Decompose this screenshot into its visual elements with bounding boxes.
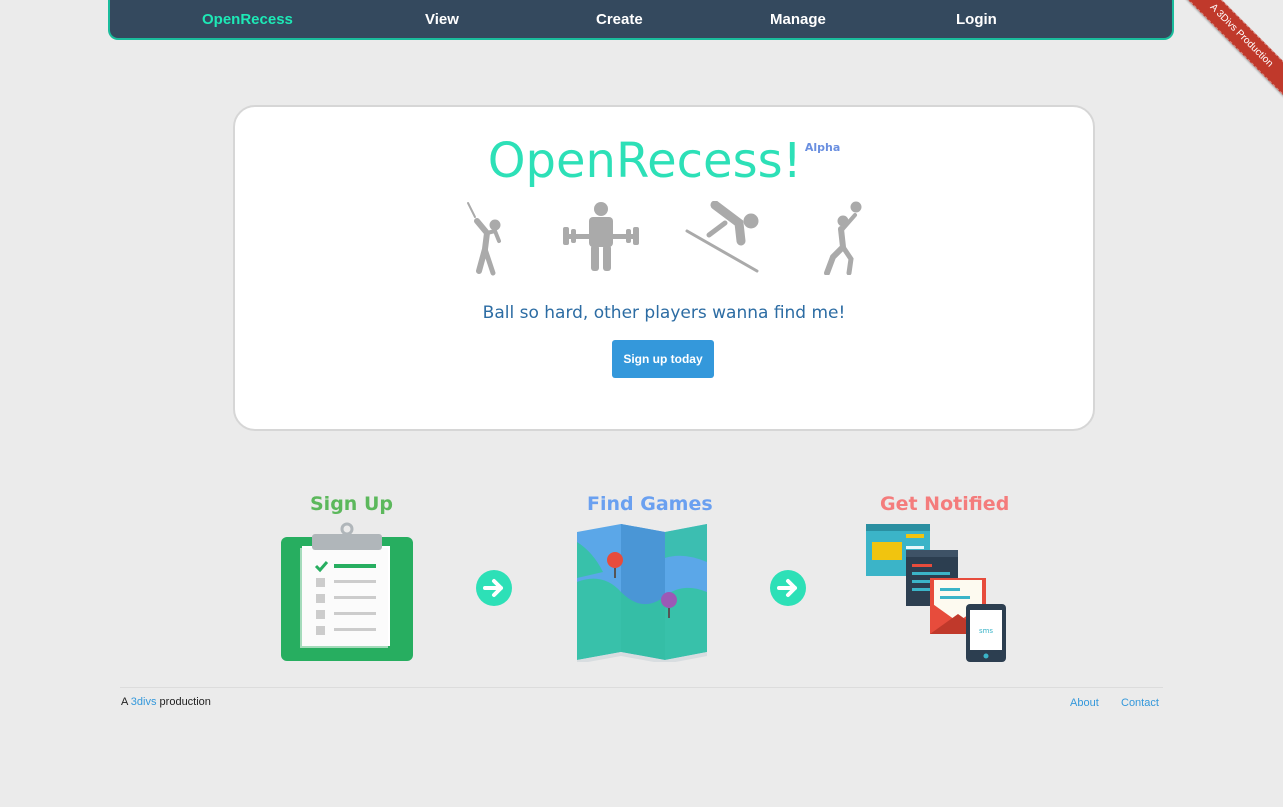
footer-about-link[interactable]: About — [1070, 697, 1099, 709]
notifications-icon: sms — [866, 524, 1006, 662]
footer-about-wrap: About — [1070, 697, 1099, 709]
step-find-games-title: Find Games — [587, 493, 713, 515]
hero-title-text: OpenRecess! — [487, 133, 802, 189]
footer-contact-link[interactable]: Contact — [1121, 697, 1159, 709]
hero-title: OpenRecess! Alpha — [235, 133, 1093, 189]
nav-create[interactable]: Create — [596, 11, 643, 28]
footer-contact-wrap: Contact — [1121, 697, 1159, 709]
arrow-right-icon — [476, 570, 512, 606]
nav-brand[interactable]: OpenRecess — [202, 11, 293, 28]
nav-manage[interactable]: Manage — [770, 11, 826, 28]
footer-suffix: production — [159, 696, 211, 708]
weightlifter-icon — [563, 202, 639, 271]
alpha-badge: Alpha — [804, 141, 841, 154]
nav-view[interactable]: View — [425, 11, 459, 28]
skier-icon — [685, 201, 759, 273]
footer-credit: A 3divs production — [121, 696, 211, 708]
arrow-right-icon — [770, 570, 806, 606]
corner-ribbon[interactable]: A 3Divs Production — [1173, 0, 1283, 110]
nav-login[interactable]: Login — [956, 11, 997, 28]
hero-panel: OpenRecess! Alpha Ball so hard, other pl… — [233, 105, 1095, 431]
step-signup-title: Sign Up — [310, 493, 393, 515]
ribbon-label[interactable]: A 3Divs Production — [1175, 0, 1283, 102]
top-navbar: OpenRecess View Create Manage Login — [108, 0, 1174, 40]
footer-divider — [120, 687, 1163, 688]
footer-prefix: A — [121, 696, 128, 708]
footer-3divs-link[interactable]: 3divs — [131, 696, 157, 708]
step-get-notified-title: Get Notified — [880, 493, 1010, 515]
signup-button[interactable]: Sign up today — [612, 340, 714, 378]
tennis-player-icon — [467, 202, 501, 276]
map-icon — [577, 524, 707, 662]
volleyball-player-icon — [824, 201, 862, 275]
hero-tagline: Ball so hard, other players wanna find m… — [482, 303, 846, 323]
svg-text:sms: sms — [979, 627, 993, 635]
sports-icons — [465, 201, 875, 277]
clipboard-icon — [281, 522, 413, 661]
